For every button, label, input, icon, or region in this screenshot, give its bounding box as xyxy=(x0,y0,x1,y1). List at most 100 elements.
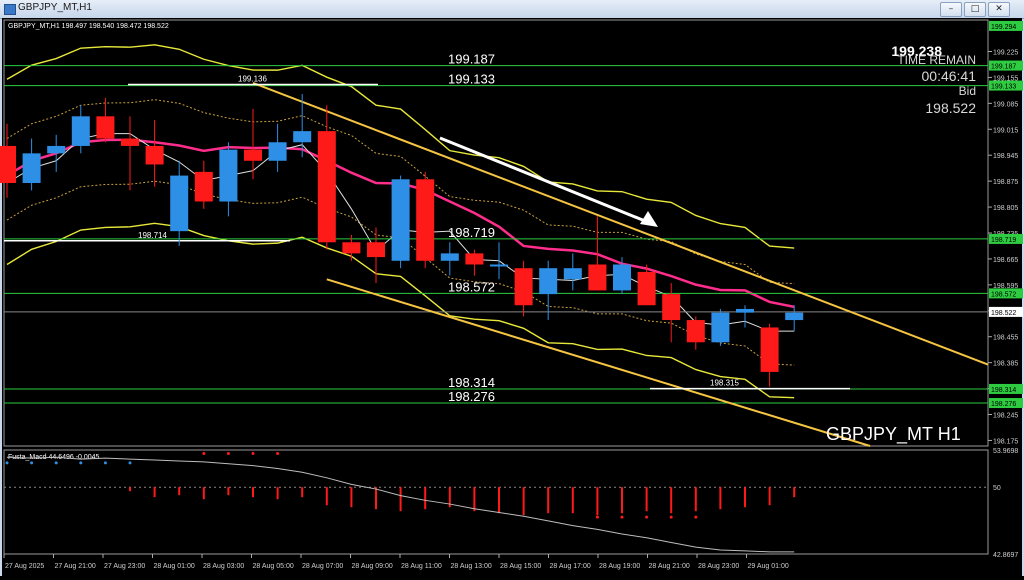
indicator-y-tick: 50 xyxy=(993,485,1001,492)
chart-window-icon xyxy=(4,4,16,15)
indicator-dot-red xyxy=(276,451,280,455)
x-tick-label: 28 Aug 11:00 xyxy=(401,563,442,570)
candle-body xyxy=(367,242,385,258)
ohlc-header: GBPJPY_MT,H1 198.497 198.540 198.472 198… xyxy=(8,23,169,30)
horizontal-level-label: 199.187 xyxy=(448,52,495,67)
maximize-button[interactable]: □ xyxy=(964,2,986,17)
title-bar: GBPJPY_MT,H1 – □ ✕ xyxy=(0,0,1024,19)
candle-body xyxy=(637,271,656,306)
y-tick-label: 198.805 xyxy=(993,205,1018,212)
candle-body xyxy=(71,116,90,146)
bid-axis-tag-label: 198.522 xyxy=(991,310,1016,317)
candle-body xyxy=(121,138,139,146)
candle-body xyxy=(317,131,336,243)
candle-body xyxy=(736,308,754,313)
y-tick-label: 198.245 xyxy=(993,413,1018,420)
candle-body xyxy=(465,253,484,265)
candle-body xyxy=(47,145,66,154)
price-chart-svg: 199.225199.155199.085199.015198.945198.8… xyxy=(0,18,1023,576)
time-remain-label: TIME REMAIN xyxy=(897,53,976,67)
indicator-dot-blue xyxy=(79,461,83,465)
indicator-dot-red xyxy=(595,515,599,519)
candle-body xyxy=(440,253,459,261)
x-tick-label: 27 Aug 2025 xyxy=(5,563,44,570)
candle-body xyxy=(588,264,607,291)
horizontal-level-label: 198.719 xyxy=(448,225,495,240)
candle-body xyxy=(0,145,16,183)
y-tick-label: 198.665 xyxy=(993,257,1018,264)
indicator-dot-red xyxy=(202,451,206,455)
horizontal-level-label: 199.133 xyxy=(448,72,495,87)
level-axis-tag-label: 198.572 xyxy=(991,291,1016,298)
indicator-dot-blue xyxy=(5,461,9,465)
x-tick-label: 28 Aug 13:00 xyxy=(451,563,492,570)
horizontal-level-label: 198.314 xyxy=(448,375,495,390)
candle-body xyxy=(760,327,779,372)
level-axis-tag-label: 198.276 xyxy=(991,401,1016,408)
x-tick-label: 28 Aug 21:00 xyxy=(649,563,690,570)
candle-body xyxy=(194,171,213,202)
candle-body xyxy=(613,264,631,291)
y-tick-label: 199.225 xyxy=(993,49,1018,56)
candle-body xyxy=(170,175,189,232)
x-tick-label: 28 Aug 19:00 xyxy=(599,563,640,570)
candle-body xyxy=(785,312,804,321)
x-tick-label: 28 Aug 01:00 xyxy=(154,563,195,570)
candle-body xyxy=(244,149,262,161)
candle-body xyxy=(145,145,164,165)
indicator-dot-red xyxy=(669,515,673,519)
symbol-label: GBPJPY_MT H1 xyxy=(826,424,961,445)
candle-body xyxy=(490,264,508,267)
candle-body xyxy=(711,312,730,343)
x-tick-label: 28 Aug 09:00 xyxy=(352,563,393,570)
level-axis-tag-label: 199.187 xyxy=(991,64,1016,71)
y-tick-label: 198.175 xyxy=(993,438,1018,445)
level-axis-tag-label: 198.719 xyxy=(991,237,1016,244)
indicator-dot-red xyxy=(620,515,624,519)
bid-value: 198.522 xyxy=(925,100,976,116)
candle-body xyxy=(391,179,410,261)
point-price-label: 198.315 xyxy=(710,379,739,388)
y-tick-label: 199.085 xyxy=(993,101,1018,108)
chart-area[interactable]: 199.225 199.155 199.085 199.015 198.945 198.8… xyxy=(0,18,1024,576)
indicator-dot-blue xyxy=(30,461,34,465)
indicator-dot-blue xyxy=(128,461,132,465)
indicator-dot-blue xyxy=(54,461,58,465)
candle-body xyxy=(268,142,287,161)
x-tick-label: 28 Aug 15:00 xyxy=(500,563,541,570)
y-tick-label: 198.455 xyxy=(993,335,1018,342)
y-tick-label: 199.015 xyxy=(993,127,1018,134)
horizontal-level-label: 198.276 xyxy=(448,389,495,404)
y-tick-label: 198.385 xyxy=(993,361,1018,368)
candle-body xyxy=(662,294,681,321)
window-frame: GBPJPY_MT,H1 – □ ✕ 199.225 199.155 199.085… xyxy=(0,0,1024,576)
indicator-dot-blue xyxy=(103,461,107,465)
x-tick-label: 28 Aug 03:00 xyxy=(203,563,244,570)
level-axis-tag-label: 199.133 xyxy=(991,84,1016,91)
candle-body xyxy=(539,268,558,295)
candle-body xyxy=(342,242,361,254)
candle-body xyxy=(96,116,115,139)
candle-body xyxy=(686,320,705,343)
candle-body xyxy=(293,131,312,143)
indicator-dot-red xyxy=(694,515,698,519)
candle-body xyxy=(514,268,533,306)
level-axis-tag-label: 199.294 xyxy=(991,24,1016,31)
x-tick-label: 28 Aug 17:00 xyxy=(550,563,591,570)
x-tick-label: 28 Aug 07:00 xyxy=(302,563,343,570)
y-tick-label: 198.875 xyxy=(993,179,1018,186)
close-button[interactable]: ✕ xyxy=(988,2,1010,17)
time-remain-value: 00:46:41 xyxy=(922,68,977,84)
indicator-y-tick: 53.9698 xyxy=(993,448,1018,455)
candle-body xyxy=(219,149,238,202)
minimize-button[interactable]: – xyxy=(940,2,962,17)
indicator-dot-red xyxy=(226,451,230,455)
indicator-y-tick: 42.8697 xyxy=(993,552,1018,559)
point-price-label: 199.136 xyxy=(238,74,267,83)
x-tick-label: 28 Aug 23:00 xyxy=(698,563,739,570)
level-axis-tag-label: 198.314 xyxy=(991,387,1016,394)
candle-body xyxy=(22,153,41,183)
x-tick-label: 29 Aug 01:00 xyxy=(748,563,789,570)
horizontal-level-label: 198.572 xyxy=(448,279,495,294)
indicator-dot-red xyxy=(645,515,649,519)
